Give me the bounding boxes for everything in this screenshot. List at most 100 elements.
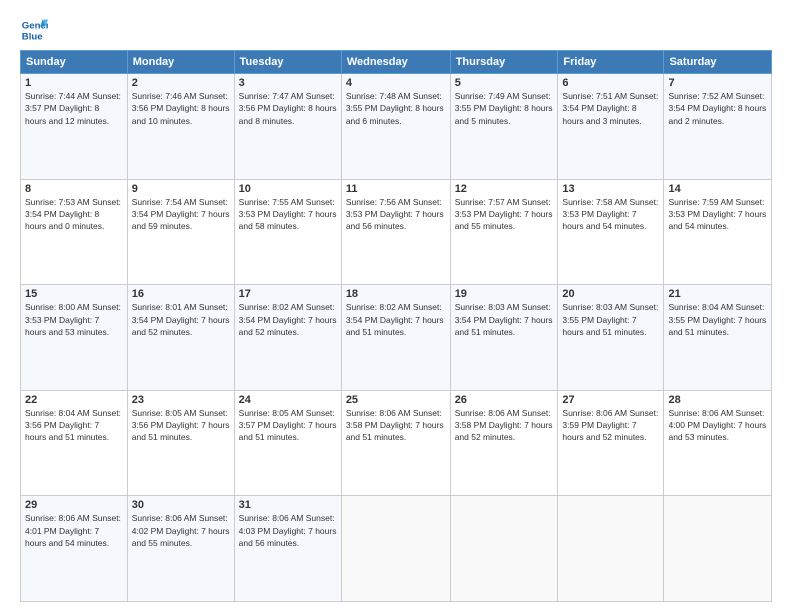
calendar-week-row: 1Sunrise: 7:44 AM Sunset: 3:57 PM Daylig… [21, 74, 772, 180]
calendar-cell: 30Sunrise: 8:06 AM Sunset: 4:02 PM Dayli… [127, 496, 234, 602]
day-number: 4 [346, 77, 446, 89]
day-info: Sunrise: 7:44 AM Sunset: 3:57 PM Dayligh… [25, 90, 123, 127]
day-info: Sunrise: 7:55 AM Sunset: 3:53 PM Dayligh… [239, 196, 337, 233]
day-number: 26 [455, 394, 554, 406]
day-number: 15 [25, 288, 123, 300]
day-number: 3 [239, 77, 337, 89]
day-info: Sunrise: 8:02 AM Sunset: 3:54 PM Dayligh… [239, 301, 337, 338]
day-number: 2 [132, 77, 230, 89]
day-number: 7 [668, 77, 767, 89]
day-info: Sunrise: 7:59 AM Sunset: 3:53 PM Dayligh… [668, 196, 767, 233]
day-info: Sunrise: 7:51 AM Sunset: 3:54 PM Dayligh… [562, 90, 659, 127]
calendar-cell: 25Sunrise: 8:06 AM Sunset: 3:58 PM Dayli… [341, 390, 450, 496]
calendar-cell: 4Sunrise: 7:48 AM Sunset: 3:55 PM Daylig… [341, 74, 450, 180]
day-info: Sunrise: 8:06 AM Sunset: 4:01 PM Dayligh… [25, 512, 123, 549]
calendar-cell: 2Sunrise: 7:46 AM Sunset: 3:56 PM Daylig… [127, 74, 234, 180]
calendar-header-row: Sunday Monday Tuesday Wednesday Thursday… [21, 51, 772, 74]
day-info: Sunrise: 7:54 AM Sunset: 3:54 PM Dayligh… [132, 196, 230, 233]
day-number: 13 [562, 183, 659, 195]
day-info: Sunrise: 8:05 AM Sunset: 3:56 PM Dayligh… [132, 407, 230, 444]
col-tuesday: Tuesday [234, 51, 341, 74]
day-info: Sunrise: 8:04 AM Sunset: 3:55 PM Dayligh… [668, 301, 767, 338]
day-number: 27 [562, 394, 659, 406]
calendar-cell: 7Sunrise: 7:52 AM Sunset: 3:54 PM Daylig… [664, 74, 772, 180]
day-number: 1 [25, 77, 123, 89]
day-number: 18 [346, 288, 446, 300]
calendar-cell: 17Sunrise: 8:02 AM Sunset: 3:54 PM Dayli… [234, 285, 341, 391]
calendar-week-row: 22Sunrise: 8:04 AM Sunset: 3:56 PM Dayli… [21, 390, 772, 496]
calendar-cell: 19Sunrise: 8:03 AM Sunset: 3:54 PM Dayli… [450, 285, 558, 391]
day-number: 10 [239, 183, 337, 195]
calendar-cell [558, 496, 664, 602]
calendar-cell: 18Sunrise: 8:02 AM Sunset: 3:54 PM Dayli… [341, 285, 450, 391]
calendar-cell [341, 496, 450, 602]
day-info: Sunrise: 7:56 AM Sunset: 3:53 PM Dayligh… [346, 196, 446, 233]
day-info: Sunrise: 8:05 AM Sunset: 3:57 PM Dayligh… [239, 407, 337, 444]
calendar-cell: 10Sunrise: 7:55 AM Sunset: 3:53 PM Dayli… [234, 179, 341, 285]
day-number: 23 [132, 394, 230, 406]
page: General Blue Sunday Monday Tuesday Wedne… [0, 0, 792, 612]
calendar-cell: 24Sunrise: 8:05 AM Sunset: 3:57 PM Dayli… [234, 390, 341, 496]
day-number: 11 [346, 183, 446, 195]
day-number: 30 [132, 499, 230, 511]
calendar-cell: 21Sunrise: 8:04 AM Sunset: 3:55 PM Dayli… [664, 285, 772, 391]
calendar-cell: 22Sunrise: 8:04 AM Sunset: 3:56 PM Dayli… [21, 390, 128, 496]
calendar-cell: 20Sunrise: 8:03 AM Sunset: 3:55 PM Dayli… [558, 285, 664, 391]
day-number: 24 [239, 394, 337, 406]
calendar-cell: 9Sunrise: 7:54 AM Sunset: 3:54 PM Daylig… [127, 179, 234, 285]
calendar-cell: 29Sunrise: 8:06 AM Sunset: 4:01 PM Dayli… [21, 496, 128, 602]
col-friday: Friday [558, 51, 664, 74]
day-info: Sunrise: 8:06 AM Sunset: 3:58 PM Dayligh… [346, 407, 446, 444]
day-info: Sunrise: 7:49 AM Sunset: 3:55 PM Dayligh… [455, 90, 554, 127]
day-number: 19 [455, 288, 554, 300]
day-info: Sunrise: 7:46 AM Sunset: 3:56 PM Dayligh… [132, 90, 230, 127]
calendar-table: Sunday Monday Tuesday Wednesday Thursday… [20, 50, 772, 602]
day-number: 6 [562, 77, 659, 89]
day-info: Sunrise: 7:48 AM Sunset: 3:55 PM Dayligh… [346, 90, 446, 127]
day-number: 31 [239, 499, 337, 511]
day-number: 29 [25, 499, 123, 511]
col-sunday: Sunday [21, 51, 128, 74]
calendar-week-row: 15Sunrise: 8:00 AM Sunset: 3:53 PM Dayli… [21, 285, 772, 391]
day-info: Sunrise: 7:52 AM Sunset: 3:54 PM Dayligh… [668, 90, 767, 127]
day-info: Sunrise: 8:03 AM Sunset: 3:54 PM Dayligh… [455, 301, 554, 338]
day-info: Sunrise: 8:02 AM Sunset: 3:54 PM Dayligh… [346, 301, 446, 338]
calendar-cell: 31Sunrise: 8:06 AM Sunset: 4:03 PM Dayli… [234, 496, 341, 602]
calendar-cell: 8Sunrise: 7:53 AM Sunset: 3:54 PM Daylig… [21, 179, 128, 285]
day-number: 17 [239, 288, 337, 300]
col-thursday: Thursday [450, 51, 558, 74]
day-number: 20 [562, 288, 659, 300]
day-info: Sunrise: 8:06 AM Sunset: 4:02 PM Dayligh… [132, 512, 230, 549]
day-number: 28 [668, 394, 767, 406]
day-number: 14 [668, 183, 767, 195]
calendar-cell: 14Sunrise: 7:59 AM Sunset: 3:53 PM Dayli… [664, 179, 772, 285]
calendar-cell: 28Sunrise: 8:06 AM Sunset: 4:00 PM Dayli… [664, 390, 772, 496]
calendar-cell: 13Sunrise: 7:58 AM Sunset: 3:53 PM Dayli… [558, 179, 664, 285]
day-info: Sunrise: 7:58 AM Sunset: 3:53 PM Dayligh… [562, 196, 659, 233]
day-number: 5 [455, 77, 554, 89]
calendar-cell: 27Sunrise: 8:06 AM Sunset: 3:59 PM Dayli… [558, 390, 664, 496]
calendar-week-row: 29Sunrise: 8:06 AM Sunset: 4:01 PM Dayli… [21, 496, 772, 602]
svg-text:Blue: Blue [22, 32, 43, 43]
day-number: 22 [25, 394, 123, 406]
day-info: Sunrise: 8:04 AM Sunset: 3:56 PM Dayligh… [25, 407, 123, 444]
col-wednesday: Wednesday [341, 51, 450, 74]
calendar-cell: 6Sunrise: 7:51 AM Sunset: 3:54 PM Daylig… [558, 74, 664, 180]
day-info: Sunrise: 8:06 AM Sunset: 4:03 PM Dayligh… [239, 512, 337, 549]
day-info: Sunrise: 7:57 AM Sunset: 3:53 PM Dayligh… [455, 196, 554, 233]
day-info: Sunrise: 8:06 AM Sunset: 4:00 PM Dayligh… [668, 407, 767, 444]
col-saturday: Saturday [664, 51, 772, 74]
calendar-week-row: 8Sunrise: 7:53 AM Sunset: 3:54 PM Daylig… [21, 179, 772, 285]
day-number: 8 [25, 183, 123, 195]
day-info: Sunrise: 8:03 AM Sunset: 3:55 PM Dayligh… [562, 301, 659, 338]
day-number: 16 [132, 288, 230, 300]
day-info: Sunrise: 7:47 AM Sunset: 3:56 PM Dayligh… [239, 90, 337, 127]
day-number: 21 [668, 288, 767, 300]
day-number: 12 [455, 183, 554, 195]
calendar-cell [664, 496, 772, 602]
calendar-cell: 12Sunrise: 7:57 AM Sunset: 3:53 PM Dayli… [450, 179, 558, 285]
day-info: Sunrise: 8:06 AM Sunset: 3:58 PM Dayligh… [455, 407, 554, 444]
day-number: 9 [132, 183, 230, 195]
calendar-cell: 23Sunrise: 8:05 AM Sunset: 3:56 PM Dayli… [127, 390, 234, 496]
day-info: Sunrise: 8:06 AM Sunset: 3:59 PM Dayligh… [562, 407, 659, 444]
